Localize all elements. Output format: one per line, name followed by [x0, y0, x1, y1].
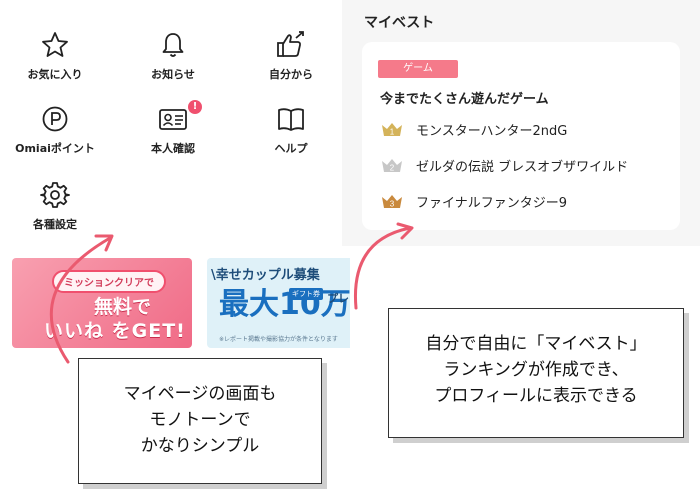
callout-left: マイページの画面も モノトーンで かなりシンプル: [78, 358, 322, 484]
callout-line: かなりシンプル: [140, 436, 260, 456]
arrow-right: [353, 226, 412, 310]
callout-line: ランキングが作成でき、: [443, 360, 629, 380]
callout-line: 自分で自由に「マイベスト」: [425, 334, 647, 354]
callout-line: マイページの画面も: [123, 384, 277, 404]
callout-line: モノトーンで: [149, 410, 251, 430]
callout-line: プロフィールに表示できる: [434, 386, 638, 406]
callout-right: 自分で自由に「マイベスト」 ランキングが作成でき、 プロフィールに表示できる: [388, 308, 684, 438]
arrow-left: [49, 236, 112, 364]
